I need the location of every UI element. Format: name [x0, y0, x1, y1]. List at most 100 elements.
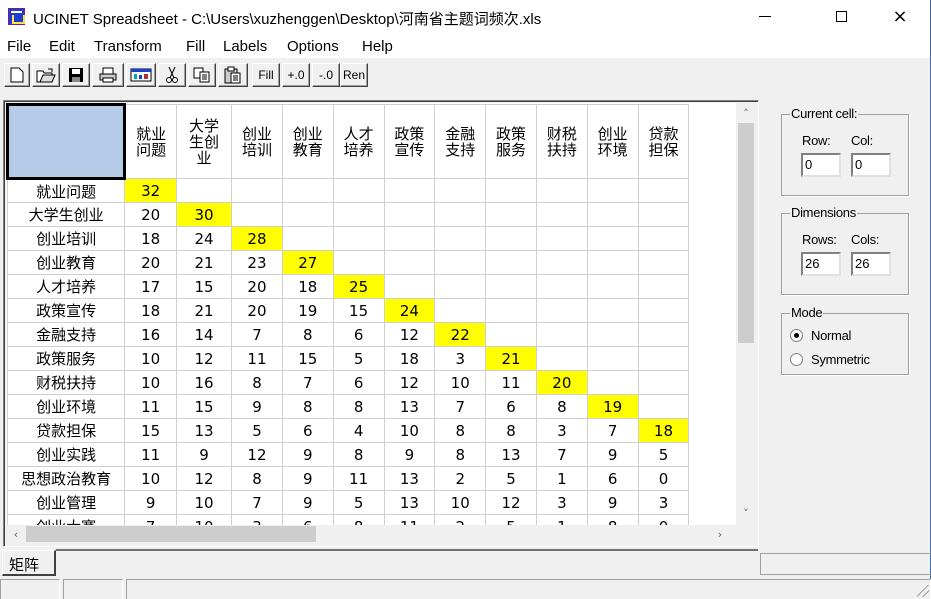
matrix-grid[interactable]: 就业 问题 大学 生创 业创业 培训 创业 教育 人才 培养 政策 宣传 金融 支持 政策 … — [6, 103, 736, 525]
matrix-cell[interactable]: 20 — [124, 202, 178, 227]
column-header[interactable]: 创业 教育 — [281, 104, 334, 179]
menu-help[interactable]: Help — [362, 38, 393, 55]
matrix-cell[interactable] — [535, 322, 588, 347]
matrix-cell[interactable]: 17 — [124, 274, 178, 299]
matrix-cell[interactable] — [434, 178, 487, 203]
row-header[interactable]: 就业问题 — [6, 178, 126, 203]
matrix-cell[interactable]: 6 — [485, 394, 537, 419]
menu-labels[interactable]: Labels — [223, 38, 267, 55]
matrix-cell[interactable]: 8 — [332, 442, 385, 467]
matrix-cell[interactable] — [586, 250, 639, 275]
matrix-cell[interactable] — [485, 274, 537, 299]
matrix-cell[interactable]: 20 — [124, 250, 178, 275]
diagonal-cell[interactable]: 24 — [383, 298, 436, 323]
row-header[interactable]: 思想政治教育 — [6, 466, 126, 491]
diagonal-cell[interactable]: 20 — [535, 370, 588, 395]
matrix-cell[interactable]: 3 — [535, 490, 588, 515]
matrix-cell[interactable] — [637, 250, 690, 275]
scroll-up-icon[interactable]: ˄ — [738, 105, 754, 121]
cols-input[interactable]: 26 — [851, 252, 891, 276]
horizontal-scrollbar[interactable]: ‹ › — [6, 525, 736, 543]
diagonal-cell[interactable]: 28 — [231, 226, 283, 251]
save-button[interactable] — [62, 63, 90, 87]
row-header[interactable]: 创业环境 — [6, 394, 126, 419]
matrix-cell[interactable] — [434, 274, 487, 299]
matrix-cell[interactable]: 8 — [434, 418, 487, 443]
spreadsheet-view-button[interactable] — [126, 63, 156, 87]
rows-input[interactable]: 26 — [801, 252, 841, 276]
diagonal-cell[interactable]: 32 — [124, 178, 178, 203]
row-header[interactable]: 创业教育 — [6, 250, 126, 275]
matrix-cell[interactable]: 7 — [124, 514, 178, 525]
add-decimal-button[interactable]: +.0 — [282, 63, 310, 87]
matrix-cell[interactable] — [332, 250, 385, 275]
matrix-cell[interactable] — [485, 178, 537, 203]
matrix-cell[interactable] — [586, 298, 639, 323]
matrix-cell[interactable]: 2 — [434, 466, 487, 491]
matrix-cell[interactable]: 1 — [535, 466, 588, 491]
matrix-cell[interactable]: 3 — [535, 418, 588, 443]
matrix-cell[interactable] — [383, 274, 436, 299]
matrix-cell[interactable] — [485, 322, 537, 347]
column-header[interactable]: 大学 生创 业 — [176, 104, 233, 179]
matrix-cell[interactable]: 5 — [485, 514, 537, 525]
fill-button[interactable]: Fill — [252, 63, 280, 87]
matrix-cell[interactable] — [586, 274, 639, 299]
matrix-cell[interactable] — [535, 274, 588, 299]
matrix-cell[interactable] — [637, 274, 690, 299]
scroll-right-icon[interactable]: › — [712, 526, 728, 542]
matrix-cell[interactable] — [231, 202, 283, 227]
matrix-cell[interactable]: 3 — [434, 346, 487, 371]
row-header[interactable]: 人才培养 — [6, 274, 126, 299]
matrix-cell[interactable]: 21 — [176, 250, 233, 275]
matrix-cell[interactable]: 11 — [485, 370, 537, 395]
matrix-cell[interactable]: 11 — [231, 346, 283, 371]
matrix-cell[interactable] — [434, 226, 487, 251]
matrix-cell[interactable]: 5 — [332, 346, 385, 371]
matrix-cell[interactable]: 10 — [124, 346, 178, 371]
matrix-cell[interactable] — [535, 202, 588, 227]
new-button[interactable] — [4, 63, 30, 87]
matrix-cell[interactable]: 10 — [124, 370, 178, 395]
matrix-cell[interactable]: 16 — [176, 370, 233, 395]
matrix-cell[interactable] — [176, 178, 233, 203]
matrix-cell[interactable] — [637, 370, 690, 395]
menu-file[interactable]: File — [7, 38, 31, 55]
matrix-cell[interactable]: 20 — [231, 274, 283, 299]
open-button[interactable] — [32, 63, 60, 87]
matrix-cell[interactable]: 18 — [124, 298, 178, 323]
matrix-cell[interactable] — [383, 202, 436, 227]
matrix-cell[interactable] — [586, 370, 639, 395]
column-header[interactable]: 就业 问题 — [124, 104, 178, 179]
row-header[interactable]: 贷款担保 — [6, 418, 126, 443]
diagonal-cell[interactable]: 30 — [176, 202, 233, 227]
matrix-cell[interactable]: 10 — [434, 490, 487, 515]
column-header[interactable]: 贷款 担保 — [637, 104, 690, 179]
matrix-cell[interactable]: 9 — [281, 442, 334, 467]
matrix-cell[interactable]: 5 — [637, 442, 690, 467]
mode-normal-radio[interactable]: Normal — [790, 328, 851, 343]
rename-button[interactable]: Ren — [340, 63, 368, 87]
matrix-cell[interactable] — [586, 346, 639, 371]
matrix-cell[interactable]: 8 — [332, 514, 385, 525]
diagonal-cell[interactable]: 25 — [332, 274, 385, 299]
row-header[interactable]: 金融支持 — [6, 322, 126, 347]
matrix-cell[interactable] — [332, 226, 385, 251]
matrix-cell[interactable]: 15 — [176, 394, 233, 419]
matrix-cell[interactable]: 6 — [586, 466, 639, 491]
menu-options[interactable]: Options — [287, 38, 339, 55]
matrix-cell[interactable]: 20 — [231, 298, 283, 323]
matrix-cell[interactable] — [485, 250, 537, 275]
row-header[interactable]: 政策宣传 — [6, 298, 126, 323]
horizontal-scroll-thumb[interactable] — [26, 526, 316, 542]
matrix-cell[interactable]: 6 — [332, 322, 385, 347]
matrix-cell[interactable] — [535, 178, 588, 203]
column-header[interactable]: 创业 环境 — [586, 104, 639, 179]
column-header[interactable]: 创业 培训 — [231, 104, 283, 179]
matrix-cell[interactable]: 11 — [383, 514, 436, 525]
matrix-cell[interactable]: 8 — [434, 442, 487, 467]
matrix-cell[interactable]: 18 — [124, 226, 178, 251]
menu-fill[interactable]: Fill — [186, 38, 205, 55]
scroll-down-icon[interactable]: ˅ — [738, 505, 754, 521]
matrix-cell[interactable]: 7 — [231, 490, 283, 515]
